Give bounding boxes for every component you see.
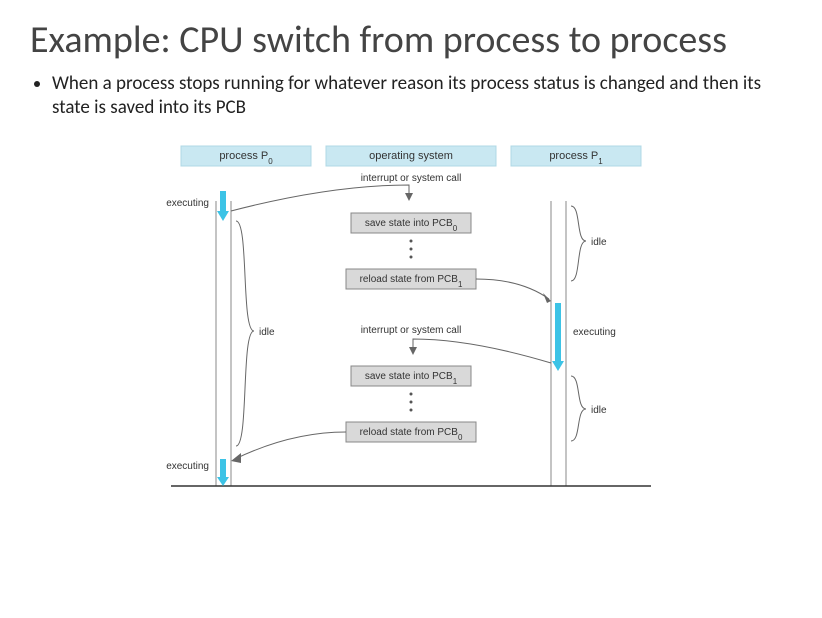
curve-os-to-p0 bbox=[235, 432, 346, 459]
header-os-text: operating system bbox=[369, 150, 453, 162]
bullet-item: When a process stops running for whateve… bbox=[52, 72, 792, 121]
page-title: Example: CPU switch from process to proc… bbox=[30, 20, 792, 62]
diagram-container: process P0 operating system process P1 i… bbox=[30, 141, 792, 501]
arrow-p0-exec-bottom-head bbox=[217, 477, 229, 486]
dot bbox=[410, 409, 413, 412]
dot bbox=[410, 248, 413, 251]
label-idle-p1-top: idle bbox=[591, 237, 607, 248]
curve-os-to-p0-head bbox=[231, 453, 241, 463]
curve-p0-to-os bbox=[231, 185, 409, 211]
label-idle-p0: idle bbox=[259, 327, 275, 338]
label-exec-p1: executing bbox=[573, 327, 616, 338]
dot bbox=[410, 401, 413, 404]
label-interrupt-2: interrupt or system call bbox=[361, 325, 462, 336]
label-exec-p0-top: executing bbox=[166, 198, 209, 209]
brace-p1-idle-bottom bbox=[571, 376, 586, 441]
brace-p1-idle-top bbox=[571, 206, 586, 281]
context-switch-diagram: process P0 operating system process P1 i… bbox=[151, 141, 671, 501]
label-idle-p1-bottom: idle bbox=[591, 405, 607, 416]
curve-p1-to-os-head bbox=[409, 347, 417, 355]
brace-p0-idle bbox=[236, 221, 254, 446]
arrow-p1-exec-head bbox=[552, 361, 564, 371]
arrow-p0-exec-top-head bbox=[217, 211, 229, 221]
dot bbox=[410, 256, 413, 259]
curve-os-to-p1 bbox=[476, 279, 549, 299]
label-exec-p0-bottom: executing bbox=[166, 461, 209, 472]
curve-p0-to-os-head bbox=[405, 193, 413, 201]
bullet-list: When a process stops running for whateve… bbox=[30, 72, 792, 121]
curve-p1-to-os bbox=[413, 339, 551, 363]
dot bbox=[410, 240, 413, 243]
dot bbox=[410, 393, 413, 396]
curve-os-to-p1-head bbox=[543, 293, 551, 303]
label-interrupt-1: interrupt or system call bbox=[361, 173, 462, 184]
